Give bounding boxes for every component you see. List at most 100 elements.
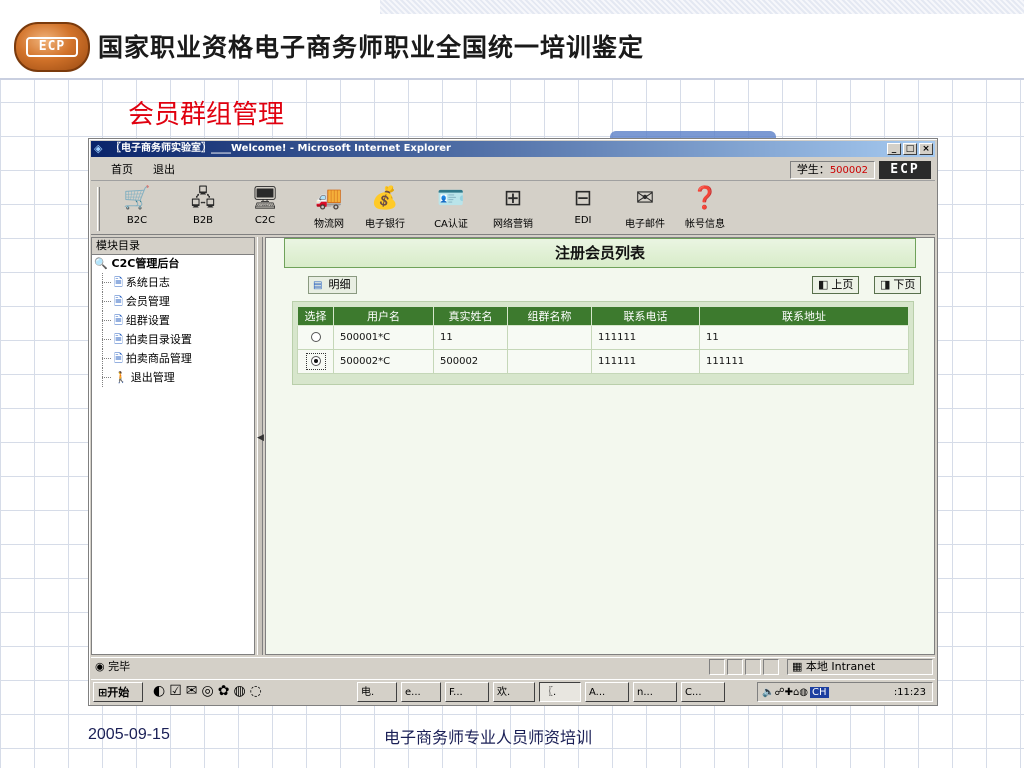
window-titlebar[interactable]: ◈ 〖电子商务师实验室〗____Welcome! - Microsoft Int… (91, 141, 935, 157)
next-page-icon: ◨ (880, 278, 891, 291)
cell-real-name: 11 (433, 325, 508, 350)
taskbar-button-active[interactable]: 〖. (539, 682, 581, 702)
table-row: 500001*C 11 111111 11 (297, 325, 909, 350)
menubar: 首页 退出 学生：500002 ECP (91, 159, 935, 181)
header-divider (0, 78, 1024, 80)
taskbar-button[interactable]: e... (401, 682, 441, 702)
taskbar-button[interactable]: A... (585, 682, 629, 702)
toolbar-marketing-button[interactable]: ⊞ 网络营销 (485, 186, 541, 232)
tree-item-auction-catalog[interactable]: 🗎 拍卖目录设置 (92, 330, 254, 349)
tray-icons[interactable]: 🔈☍✚⌂◍ (762, 687, 808, 698)
window-title: 〖电子商务师实验室〗____Welcome! - Microsoft Inter… (111, 143, 451, 154)
toolbar-c2c-button[interactable]: 🖥 C2C (237, 186, 293, 232)
status-cell (763, 659, 779, 675)
cell-phone: 111111 (591, 349, 700, 374)
detail-list-icon: ▤ (313, 280, 323, 291)
desktop-computer-icon: 🖥 (251, 186, 279, 211)
ecp-logo: ECP (14, 22, 90, 72)
logo-text: ECP (26, 37, 78, 57)
taskbar-button[interactable]: C... (681, 682, 725, 702)
footer-title: 电子商务师专业人员师资培训 (384, 728, 593, 747)
intranet-icon: ▦ (792, 660, 806, 673)
cell-real-name: 500002 (433, 349, 508, 374)
web-page-icon: 🗎 (114, 276, 123, 289)
status-cell (709, 659, 725, 675)
student-label: 学生： (796, 163, 830, 176)
windows-flag-icon: ⊞ (98, 686, 108, 699)
ime-indicator[interactable]: CH (810, 687, 829, 698)
security-zone: ▦ 本地 Intranet (787, 659, 933, 675)
module-tree-pane: 模块目录 🔍 C2C管理后台 🗎 系统日志 🗎 会员管理 🗎 组群设置 🗎 拍卖目录设置… (91, 237, 255, 655)
maximize-button[interactable]: □ (903, 143, 917, 155)
toolbar-logistics-button[interactable]: 🚚 物流网 (301, 186, 357, 232)
email-envelope-icon: ✉ (635, 186, 655, 211)
ie-app-icon: ◈ (94, 142, 103, 155)
cell-group-name (507, 349, 592, 374)
taskbar-button[interactable]: F... (445, 682, 489, 702)
tree-root-c2c-admin[interactable]: 🔍 C2C管理后台 (92, 255, 254, 273)
footer-date: 2005-09-15 (88, 726, 170, 743)
member-list-title: 注册会员列表 (284, 238, 916, 268)
ie-window: ◈ 〖电子商务师实验室〗____Welcome! - Microsoft Int… (88, 138, 938, 706)
tree-item-group-settings[interactable]: 🗎 组群设置 (92, 311, 254, 330)
radio-focus-ring (305, 353, 326, 370)
row-select-radio[interactable] (310, 356, 321, 366)
start-button[interactable]: ⊞开始 (93, 682, 143, 702)
tree-item-exit-management[interactable]: 🚶 退出管理 (92, 368, 254, 387)
col-group-name: 组群名称 (507, 306, 592, 326)
quick-launch-icons[interactable]: ◐☑✉◎✿◍◌ (153, 681, 266, 701)
member-table: 选择 用户名 真实姓名 组群名称 联系电话 联系地址 500001*C 11 1… (297, 306, 909, 374)
shopping-cart-icon: 🛒 (123, 186, 151, 211)
toolbar-ebank-button[interactable]: 💰 电子银行 (357, 186, 413, 232)
tree-item-member-management[interactable]: 🗎 会员管理 (92, 292, 254, 311)
member-list-panel: 注册会员列表 ▤ 明细 ◧ 上页 ◨ 下页 选择 用户名 真实姓名 组群名称 联系电话… (265, 237, 935, 655)
status-bar: ◉ 完毕 ▦ 本地 Intranet (91, 657, 935, 675)
tree-item-system-log[interactable]: 🗎 系统日志 (92, 273, 254, 292)
tree-item-auction-goods[interactable]: 🗎 拍卖商品管理 (92, 349, 254, 368)
student-id: 500002 (829, 165, 868, 176)
module-toolbar: 🛒 B2C 🖧 B2B 🖥 C2C 🚚 物流网 💰 电子银行 🪪 CA认证 ⊞ … (91, 183, 935, 235)
prev-page-icon: ◧ (818, 278, 829, 291)
col-phone: 联系电话 (591, 306, 700, 326)
minimize-button[interactable]: _ (887, 143, 901, 155)
exit-person-icon: 🚶 (114, 371, 128, 384)
cell-username: 500001*C (333, 325, 434, 350)
toolbar-b2c-button[interactable]: 🛒 B2C (109, 186, 165, 232)
student-badge: 学生：500002 (789, 161, 875, 179)
toolbar-account-button[interactable]: ❓ 帐号信息 (677, 186, 733, 232)
status-cell (727, 659, 743, 675)
toolbar-edi-button[interactable]: ⊟ EDI (555, 186, 611, 232)
section-title: 会员群组管理 (128, 100, 285, 130)
cell-address: 11 (699, 325, 909, 350)
select-cell (297, 349, 334, 374)
pane-splitter[interactable]: ◀ (257, 237, 264, 655)
cell-phone: 111111 (591, 325, 700, 350)
web-page-icon: 🗎 (114, 352, 123, 365)
cell-group-name (507, 325, 592, 350)
clock: :11:23 (893, 687, 926, 698)
collapse-arrow-icon[interactable]: ◀ (257, 433, 264, 443)
toolbar-grip[interactable] (97, 187, 100, 231)
row-select-radio[interactable] (310, 332, 321, 342)
taskbar-button[interactable]: n... (633, 682, 677, 702)
window-controls: _ □ × (887, 143, 933, 155)
taskbar-button[interactable]: 欢. (493, 682, 535, 702)
status-cells (709, 659, 779, 675)
prev-page-button[interactable]: ◧ 上页 (812, 276, 860, 294)
toolbar-b2b-button[interactable]: 🖧 B2B (175, 186, 231, 232)
detail-button[interactable]: ▤ 明细 (308, 276, 358, 294)
web-page-icon: 🗎 (114, 333, 123, 346)
windows-taskbar: ⊞开始 ◐☑✉◎✿◍◌ 电. e... F... 欢. 〖. A... n...… (91, 679, 935, 703)
edi-tree-icon: ⊟ (573, 186, 593, 211)
toolbar-email-button[interactable]: ✉ 电子邮件 (617, 186, 673, 232)
col-real-name: 真实姓名 (433, 306, 508, 326)
menu-logout[interactable]: 退出 (153, 159, 175, 181)
next-page-button[interactable]: ◨ 下页 (874, 276, 922, 294)
module-tree-header: 模块目录 (92, 238, 254, 255)
menu-home[interactable]: 首页 (111, 159, 133, 181)
close-button[interactable]: × (919, 143, 933, 155)
toolbar-ca-button[interactable]: 🪪 CA认证 (423, 186, 479, 232)
money-safe-icon: 💰 (371, 186, 399, 211)
taskbar-button[interactable]: 电. (357, 682, 397, 702)
help-account-icon: ❓ (691, 186, 719, 211)
